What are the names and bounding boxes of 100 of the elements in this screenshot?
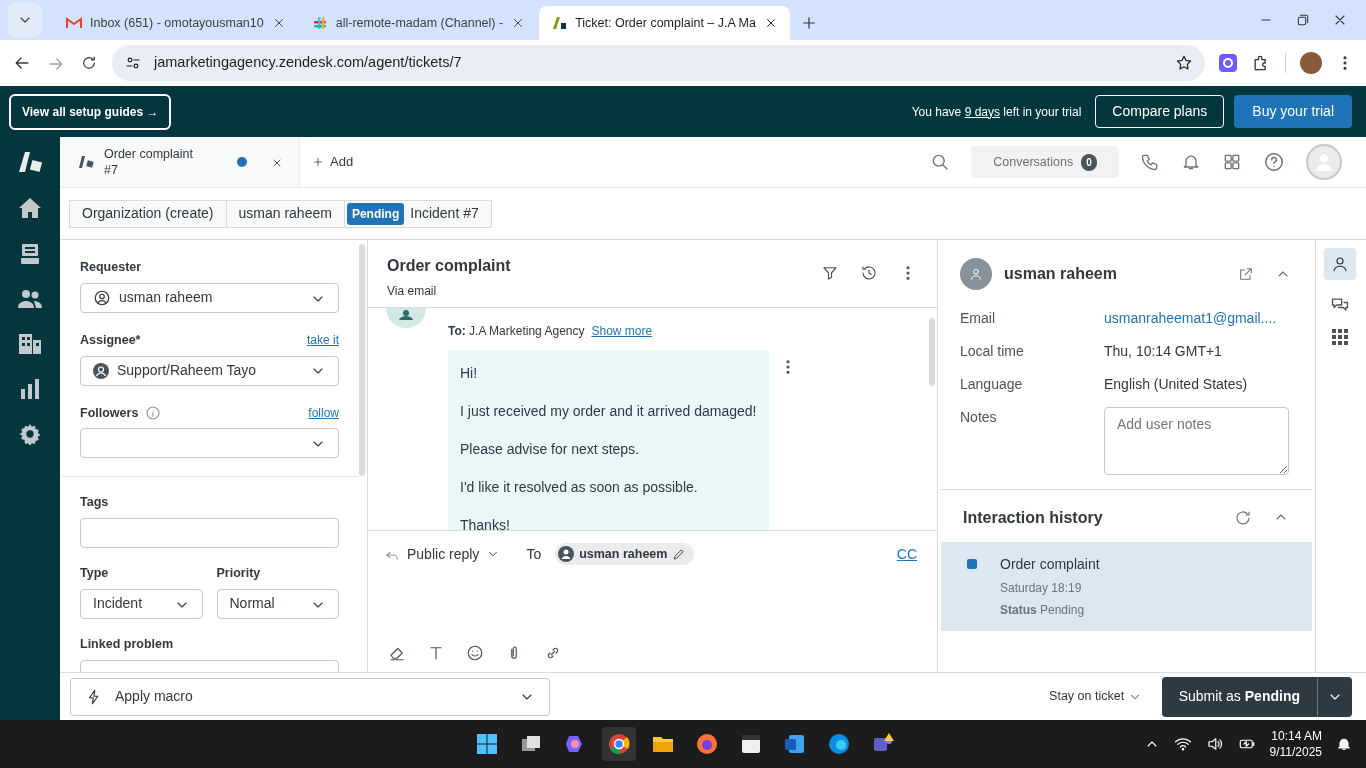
field-value: Thu, 10:14 GMT+1 bbox=[1104, 342, 1222, 361]
media-app-icon[interactable] bbox=[739, 732, 763, 756]
field-value: English (United States) bbox=[1104, 375, 1248, 394]
show-more-link[interactable]: Show more bbox=[591, 322, 653, 340]
channel-label: Via email bbox=[387, 283, 438, 300]
volume-icon[interactable] bbox=[1205, 735, 1224, 753]
section-title: Interaction history bbox=[963, 508, 1103, 528]
tags-field[interactable] bbox=[80, 518, 339, 548]
info-icon[interactable] bbox=[145, 404, 162, 421]
add-tab-button[interactable]: Add bbox=[300, 137, 366, 187]
message-text: Hi! bbox=[460, 364, 479, 383]
message-text: Thanks! bbox=[460, 516, 511, 530]
url-text: jamarketingagency.zendesk.com/agent/tickets/7 bbox=[154, 53, 462, 73]
type-select[interactable]: Incident bbox=[80, 588, 203, 619]
open-external-icon[interactable] bbox=[1238, 266, 1254, 282]
field-label: Followers bbox=[80, 404, 139, 422]
conversations-button[interactable]: Conversations 0 bbox=[971, 146, 1119, 178]
mail-icon bbox=[66, 17, 82, 29]
email-link[interactable]: usmanraheemat1@gmail.... bbox=[1104, 308, 1277, 329]
firefox-icon[interactable] bbox=[695, 732, 719, 756]
follow-link[interactable]: follow bbox=[308, 403, 339, 422]
field-label: Type bbox=[80, 565, 109, 582]
reporting-icon[interactable] bbox=[20, 379, 40, 399]
user-circle-icon bbox=[93, 288, 111, 307]
product-logo-icon[interactable] bbox=[17, 151, 43, 173]
organizations-icon[interactable] bbox=[18, 333, 42, 355]
refresh-icon[interactable] bbox=[1234, 509, 1252, 527]
browser-tab[interactable]: Inbox (651) - omotayousman10 bbox=[54, 6, 298, 40]
emoji-icon[interactable] bbox=[466, 644, 484, 662]
history-icon[interactable] bbox=[860, 264, 878, 282]
field-label: Language bbox=[960, 375, 1024, 394]
field-label: Tags bbox=[80, 494, 109, 512]
browser-tab[interactable]: Ticket: Order complaint – J.A Ma bbox=[539, 6, 790, 40]
avatar-icon bbox=[558, 546, 575, 562]
clock[interactable]: 10:14 AM 9/11/2025 bbox=[1269, 727, 1322, 761]
breadcrumb-tab[interactable]: Pending Incident #7 bbox=[343, 199, 492, 228]
history-title: Order complaint bbox=[1000, 555, 1100, 574]
assignee-select[interactable]: Support/Raheem Tayo bbox=[80, 355, 339, 386]
start-icon[interactable] bbox=[475, 732, 499, 756]
notes-field[interactable]: Add user notes bbox=[1104, 407, 1289, 475]
compare-plans-button[interactable]: Compare plans bbox=[1095, 95, 1225, 128]
priority-select[interactable]: Normal bbox=[216, 588, 339, 619]
recipient-chip[interactable]: usman raheem bbox=[555, 543, 695, 565]
field-label: Email bbox=[960, 309, 996, 328]
requester-select[interactable]: usman raheem bbox=[80, 282, 339, 313]
avatar-icon bbox=[93, 362, 109, 379]
home-icon[interactable] bbox=[18, 197, 42, 219]
text-format-icon[interactable] bbox=[427, 644, 445, 662]
days-link[interactable]: 9 days bbox=[964, 104, 1000, 119]
address-bar[interactable]: jamarketingagency.zendesk.com/agent/tickets/7 bbox=[112, 45, 1205, 81]
search-icon[interactable] bbox=[930, 152, 950, 172]
person-icon bbox=[969, 267, 983, 281]
close-icon[interactable] bbox=[764, 16, 778, 30]
stay-on-ticket-dropdown[interactable]: Stay on ticket bbox=[1043, 686, 1148, 707]
wifi-icon[interactable] bbox=[1173, 735, 1192, 753]
message-text: Please advise for next steps. bbox=[460, 440, 640, 459]
browser-icon[interactable] bbox=[607, 732, 631, 756]
field-label: Requester bbox=[80, 259, 142, 276]
reply-type-dropdown[interactable]: Public reply bbox=[384, 543, 501, 565]
browser-tab[interactable]: all-remote-madam (Channel) - bbox=[299, 6, 538, 40]
profile-avatar[interactable] bbox=[1300, 52, 1322, 74]
breadcrumb-tab[interactable]: usman raheem bbox=[225, 199, 345, 228]
document-app-icon[interactable] bbox=[783, 732, 807, 756]
message-text: I just received my order and it arrived damaged! bbox=[460, 402, 757, 421]
message-text: I'd like it resolved as soon as possible. bbox=[460, 478, 699, 497]
desk-logo-icon bbox=[551, 15, 568, 31]
edge-icon[interactable] bbox=[827, 732, 851, 756]
user-name: usman raheem bbox=[1004, 264, 1117, 284]
user-panel-tab[interactable] bbox=[1324, 248, 1356, 280]
buy-trial-button[interactable]: Buy your trial bbox=[1234, 95, 1352, 128]
settings-icon[interactable] bbox=[19, 423, 41, 445]
help-icon[interactable] bbox=[1263, 151, 1285, 173]
take-it-link[interactable]: take it bbox=[307, 331, 339, 350]
phone-icon[interactable] bbox=[1140, 152, 1160, 172]
field-label: Notes bbox=[960, 408, 998, 427]
apps-icon[interactable] bbox=[1222, 152, 1242, 172]
views-icon[interactable] bbox=[20, 243, 40, 265]
submit-options-button[interactable] bbox=[1317, 676, 1352, 717]
restore-icon[interactable] bbox=[1295, 12, 1311, 28]
apps-grid-icon[interactable] bbox=[1332, 329, 1348, 346]
edit-icon bbox=[672, 547, 687, 561]
customers-icon[interactable] bbox=[18, 289, 42, 309]
apply-macro-select[interactable]: Apply macro bbox=[70, 677, 550, 716]
cc-link[interactable]: CC bbox=[896, 543, 917, 565]
scrollbar-thumb[interactable] bbox=[929, 318, 935, 386]
plus-icon bbox=[312, 156, 324, 168]
new-tab-icon[interactable] bbox=[800, 14, 818, 32]
submit-button[interactable]: Submit as Pending bbox=[1161, 676, 1317, 717]
filter-icon[interactable] bbox=[821, 264, 839, 282]
notifications-icon[interactable] bbox=[1336, 736, 1352, 752]
history-item[interactable]: Order complaint Saturday 18:19 Status Pending bbox=[941, 542, 1312, 631]
ticket-tab[interactable]: Order complaint #7 bbox=[60, 137, 300, 187]
setup-guides-button[interactable]: View all setup guides → bbox=[9, 93, 172, 130]
history-status: Status Pending bbox=[1000, 602, 1086, 619]
field-label: Linked problem bbox=[80, 635, 174, 653]
scrollbar-thumb[interactable] bbox=[359, 244, 365, 476]
breadcrumb-tab[interactable]: Organization (create) bbox=[69, 199, 227, 228]
person-icon bbox=[1313, 151, 1335, 173]
reload-icon[interactable] bbox=[80, 54, 98, 72]
extension-icon[interactable] bbox=[1219, 54, 1237, 72]
